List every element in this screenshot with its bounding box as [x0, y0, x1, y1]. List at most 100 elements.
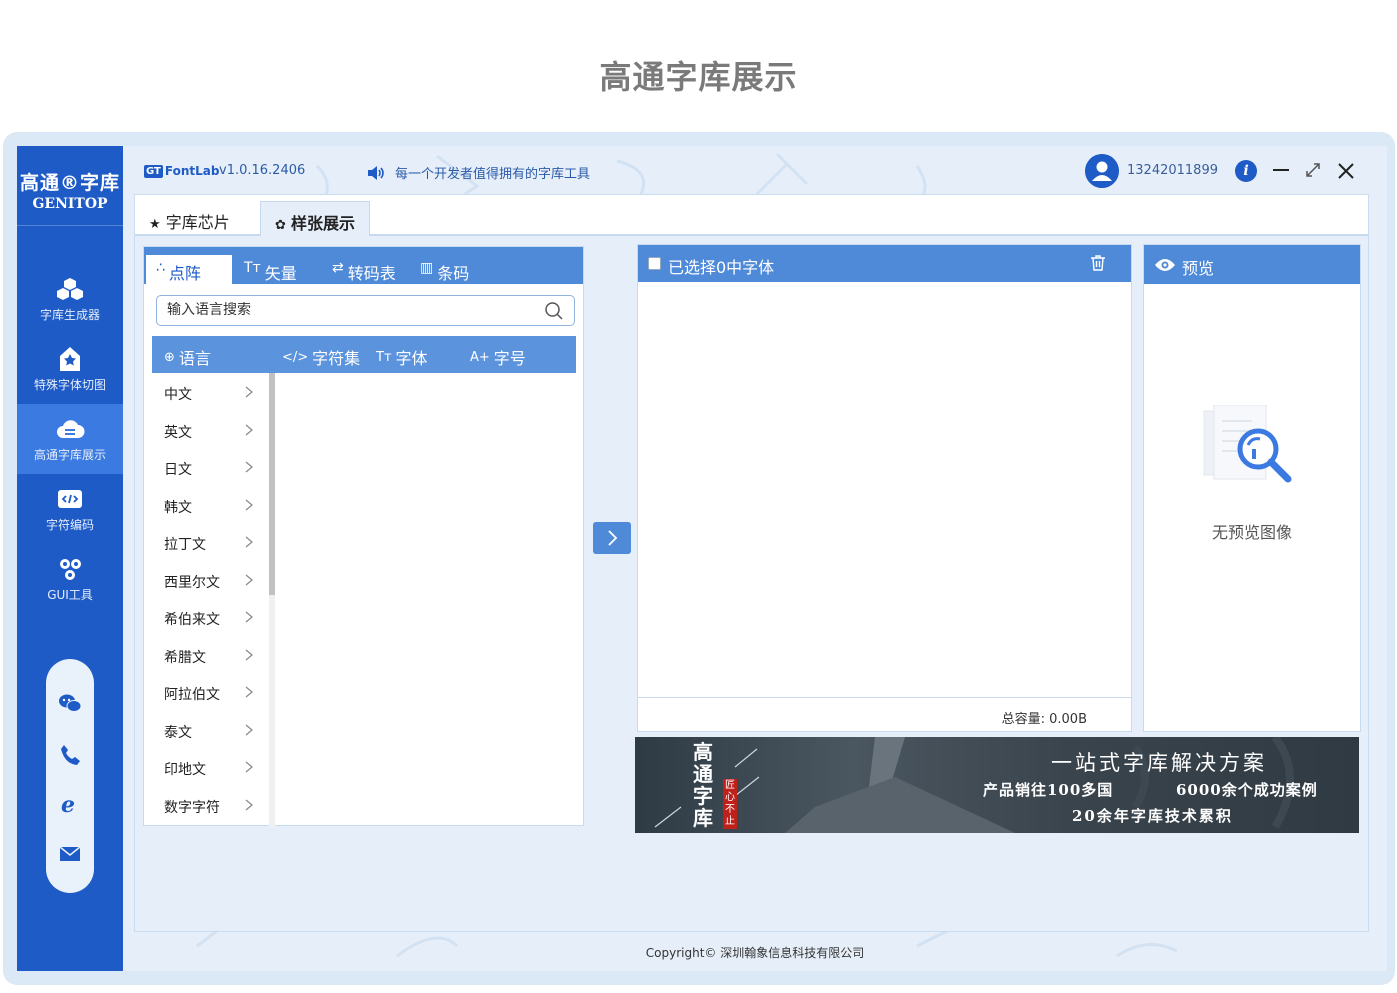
svg-text:e: e [61, 792, 75, 816]
sidebar-item-char-encoding[interactable]: 字符编码 [17, 474, 123, 544]
cubes-icon [57, 278, 83, 300]
globe-icon: ⊕ [164, 349, 175, 365]
info-icon[interactable]: i [1235, 160, 1257, 182]
chevron-right-icon [245, 499, 253, 510]
copyright: Copyright© 深圳翰象信息科技有限公司 [645, 946, 865, 960]
banner-line-1: 产品销往100多国 [983, 781, 1114, 799]
text-size-icon: Tт [376, 349, 392, 365]
sidebar-item-font-showcase[interactable]: 高通字库展示 [17, 404, 123, 474]
add-arrow-button[interactable] [593, 522, 631, 554]
list-item[interactable]: 希腊文 [152, 636, 269, 673]
app-logo: 高通®字库 GENITOP [17, 146, 123, 226]
sidebar-item-special-font[interactable]: 特殊字体切图 [17, 334, 123, 404]
filter-panel: ∴ 点阵 Tт 矢量 ⇄ 转码表 ▥ 条码 输入语言搜索 ⊕ 语言 </> 字符… [143, 246, 584, 827]
chevron-right-icon [245, 424, 253, 435]
tab-sample-showcase[interactable]: ✿ 样张展示 [260, 201, 371, 238]
star-icon: ★ [149, 217, 161, 232]
maximize-icon[interactable] [1303, 160, 1323, 180]
list-item[interactable]: 韩文 [152, 486, 269, 523]
text-size-icon: Tт [244, 260, 261, 276]
code-icon: </> [282, 349, 309, 365]
banner-seal: 匠心不止 [723, 779, 737, 829]
banner-line-3: 20余年字库技术累积 [1072, 807, 1233, 825]
list-item[interactable]: 泰文 [152, 711, 269, 748]
cloud-icon [57, 420, 85, 438]
gears-icon [60, 559, 81, 580]
mail-icon[interactable] [58, 842, 82, 866]
dots-icon: ∴ [156, 260, 165, 276]
chevron-right-icon [245, 761, 253, 773]
list-item[interactable]: 拉丁文 [152, 523, 269, 560]
close-icon[interactable] [1335, 160, 1357, 182]
list-item[interactable]: 中文 [152, 373, 269, 410]
phone-icon[interactable] [58, 743, 82, 767]
chevron-right-icon [245, 724, 253, 735]
chevron-right-icon [245, 386, 253, 398]
list-item[interactable]: 西里尔文 [152, 561, 269, 598]
banner-headline: 一站式字库解决方案 [1051, 751, 1267, 775]
tab-code-table[interactable]: ⇄ 转码表 [322, 255, 406, 284]
ie-icon[interactable]: e [58, 792, 82, 816]
col-language[interactable]: ⊕ 语言 [164, 345, 211, 369]
language-list: 中文 英文 日文 韩文 拉丁文 西里尔文 希伯来文 希腊文 阿拉伯文 泰文 印地… [152, 373, 269, 827]
list-item[interactable]: 阿拉伯文 [152, 673, 269, 710]
search-input[interactable] [167, 302, 527, 318]
list-item[interactable]: 希伯来文 [152, 598, 269, 635]
title-bar: GT FontLab v1.0.16.2406 每一个开发者值得拥有的字库工具 … [123, 146, 1387, 194]
no-image-icon [1203, 405, 1292, 483]
select-all-checkbox[interactable] [648, 257, 661, 270]
capacity-bar: 总容量: 0.00B [638, 697, 1131, 731]
contact-bar: e [46, 659, 94, 893]
avatar[interactable] [1085, 154, 1119, 188]
filter-tabs: ∴ 点阵 Tт 矢量 ⇄ 转码表 ▥ 条码 [144, 247, 583, 284]
main-content: ★ 字库芯片 ✿ 样张展示 ∴ 点阵 Tт 矢量 ⇄ 转码表 ▥ 条码 输入语言… [134, 194, 1369, 932]
wechat-icon[interactable] [58, 691, 82, 715]
tab-vector[interactable]: Tт 矢量 [234, 255, 307, 284]
scrollbar-thumb[interactable] [269, 373, 275, 595]
chevron-right-icon [245, 536, 253, 548]
chevron-right-icon [245, 649, 253, 660]
app-window: 高通®字库 GENITOP 字库生成器 特殊字体切图 高通字库展示 字符编码 G… [17, 146, 1387, 971]
slogan: 每一个开发者值得拥有的字库工具 [367, 163, 590, 182]
banner-vertical-title: 高通字库 [693, 740, 713, 830]
promo-banner[interactable]: 高通字库 匠心不止 一站式字库解决方案 产品销往100多国 6000余个成功案例… [635, 737, 1359, 833]
preview-panel: 预览 无预览图像 [1143, 244, 1361, 732]
column-headers: ⊕ 语言 </> 字符集 Tт 字体 A+ 字号 [152, 336, 576, 373]
banner-line-2: 6000余个成功案例 [1176, 781, 1318, 799]
trash-icon[interactable] [1088, 253, 1108, 273]
list-item[interactable]: 英文 [152, 411, 269, 448]
fontlab-logo: GT FontLab [144, 164, 220, 178]
col-charset[interactable]: </> 字符集 [282, 345, 360, 369]
list-scrollbar[interactable] [269, 373, 275, 827]
list-item[interactable]: 数字字符 [152, 786, 269, 823]
list-item[interactable]: 日文 [152, 448, 269, 485]
star-home-icon [60, 347, 80, 371]
col-size[interactable]: A+ 字号 [470, 345, 526, 369]
selected-fonts-header: 已选择0中字体 [638, 245, 1131, 282]
main-tabs: ★ 字库芯片 ✿ 样张展示 [135, 195, 1368, 238]
chevron-right-icon [245, 799, 253, 810]
version-label: v1.0.16.2406 [219, 163, 306, 178]
font-size-icon: A+ [470, 349, 490, 365]
gear-icon: ✿ [275, 218, 286, 233]
preview-header: 预览 [1144, 245, 1360, 284]
chevron-right-icon [245, 461, 253, 473]
tab-bitmap[interactable]: ∴ 点阵 [146, 255, 232, 284]
user-phone: 13242011899 [1127, 163, 1218, 178]
chevron-right-icon [245, 574, 253, 585]
sidebar-item-font-generator[interactable]: 字库生成器 [17, 264, 123, 334]
list-item[interactable]: 印地文 [152, 748, 269, 785]
search-icon[interactable] [544, 301, 564, 321]
tab-barcode[interactable]: ▥ 条码 [410, 255, 479, 284]
no-preview-text: 无预览图像 [1211, 523, 1292, 542]
speaker-icon [368, 165, 384, 180]
chevron-right-icon [245, 611, 253, 623]
page-title: 高通字库展示 [599, 58, 798, 96]
convert-icon: ⇄ [332, 260, 344, 276]
minimize-icon[interactable] [1271, 160, 1291, 180]
code-icon [58, 490, 82, 508]
sidebar-item-gui-tools[interactable]: GUI工具 [17, 544, 123, 614]
tab-font-chip[interactable]: ★ 字库芯片 [135, 201, 244, 238]
sidebar: 高通®字库 GENITOP 字库生成器 特殊字体切图 高通字库展示 字符编码 G… [17, 146, 123, 971]
col-font[interactable]: Tт 字体 [376, 345, 428, 369]
